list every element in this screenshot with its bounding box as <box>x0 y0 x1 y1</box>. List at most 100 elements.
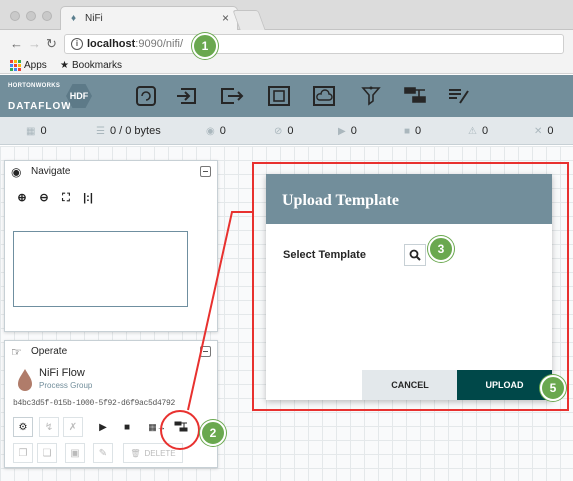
disabled-icon: ✕ <box>534 125 543 137</box>
group-button[interactable]: ▣ <box>65 443 85 463</box>
status-cluster: ▦ 0 <box>26 125 47 137</box>
navigate-palette: ◉ Navigate ⊕ ⊖ ⛶ |:| <box>4 160 218 332</box>
template-icon[interactable] <box>402 85 428 107</box>
star-icon: ★ <box>60 60 69 71</box>
upload-button[interactable]: UPLOAD <box>457 370 552 400</box>
actual-size-icon[interactable]: |:| <box>81 191 95 205</box>
browse-template-button[interactable] <box>404 244 426 266</box>
step-marker-3: 3 <box>428 236 454 262</box>
flow-id: b4bc3d5f-015b-1000-5f92-d6f9ac5d4792 <box>13 399 176 408</box>
search-icon <box>409 249 421 261</box>
running-icon: ▶ <box>338 125 346 137</box>
dialog-footer: CANCEL UPLOAD <box>266 370 552 400</box>
address-toolbar: ← → ↻ i localhost:9090/nifi/ <box>0 30 573 58</box>
flow-type: Process Group <box>39 381 93 390</box>
enable-button[interactable]: ↯ <box>39 417 59 437</box>
reload-icon[interactable]: ↻ <box>46 36 57 52</box>
tab-close-icon[interactable]: × <box>222 11 229 25</box>
lightning-icon: ↯ <box>44 421 54 433</box>
step-marker-5: 5 <box>540 375 566 401</box>
status-disabled: ✕ 0 <box>534 125 554 137</box>
play-icon: ▶ <box>99 421 107 433</box>
close-window-button[interactable] <box>10 11 20 21</box>
navigate-tools: ⊕ ⊖ ⛶ |:| <box>15 191 95 205</box>
output-port-icon[interactable] <box>218 85 244 107</box>
url-text[interactable]: localhost:9090/nifi/ <box>87 38 183 50</box>
label-icon[interactable] <box>446 85 472 107</box>
stop-icon: ■ <box>123 421 131 433</box>
compass-icon: ◉ <box>11 165 22 179</box>
status-stopped: ■ 0 <box>404 125 422 137</box>
maximize-window-button[interactable] <box>42 11 52 21</box>
start-button[interactable]: ▶ <box>93 417 113 437</box>
navigate-title: Navigate <box>31 166 71 177</box>
hand-icon: ☞ <box>11 345 22 359</box>
paintbrush-icon: ✎ <box>98 447 108 459</box>
back-arrow-icon[interactable]: ← <box>10 36 23 51</box>
status-invalid: ⚠ 0 <box>468 125 489 137</box>
operate-title: Operate <box>31 346 68 357</box>
status-not-transmitting: ⊘ 0 <box>274 125 294 137</box>
step-marker-2: 2 <box>200 420 226 446</box>
funnel-icon[interactable] <box>358 85 384 107</box>
tab-title: NiFi <box>85 13 103 24</box>
bookmarks-bar: Apps ★ Bookmarks <box>0 58 573 74</box>
paste-icon: ❏ <box>42 447 52 459</box>
stopped-icon: ■ <box>404 125 411 137</box>
gear-icon: ⚙ <box>18 421 28 433</box>
apps-grid-icon <box>10 60 21 71</box>
stop-button[interactable]: ■ <box>117 417 137 437</box>
hortonworks-logo: HORTONWORKS <box>8 83 61 89</box>
processor-icon[interactable] <box>133 85 159 107</box>
fit-icon[interactable]: ⛶ <box>59 191 73 205</box>
browser-tab[interactable]: ♦ NiFi × <box>60 6 238 31</box>
birdseye-view[interactable] <box>13 231 188 307</box>
window-controls[interactable] <box>10 11 52 21</box>
select-template-label: Select Template <box>283 249 366 261</box>
operate-header[interactable]: ☞ Operate <box>5 341 217 363</box>
zoom-out-icon[interactable]: ⊖ <box>37 191 51 205</box>
minimize-icon[interactable] <box>200 166 211 177</box>
upload-template-highlight <box>160 410 200 450</box>
status-running: ▶ 0 <box>338 125 357 137</box>
info-icon[interactable]: i <box>71 38 83 50</box>
status-bar: ▦ 0 ☰ 0 / 0 bytes ◉ 0 ⊘ 0 ▶ 0 ■ 0 ⚠ 0 ✕ 0 <box>0 117 573 145</box>
status-queued: ☰ 0 / 0 bytes <box>96 125 161 137</box>
step-marker-1: 1 <box>192 33 218 59</box>
flow-name: NiFi Flow <box>39 367 85 379</box>
dataflow-logo-text: DATAFLOW <box>8 101 72 112</box>
cancel-button[interactable]: CANCEL <box>362 370 458 400</box>
navigate-header[interactable]: ◉ Navigate <box>5 161 217 183</box>
input-port-icon[interactable] <box>175 85 201 107</box>
group-icon: ▣ <box>70 447 80 459</box>
transmitting-icon: ◉ <box>206 125 215 137</box>
bookmarks-folder[interactable]: ★ Bookmarks <box>60 60 122 71</box>
nifi-favicon-icon: ♦ <box>71 13 77 24</box>
dialog-title: Upload Template <box>282 192 399 209</box>
color-button[interactable]: ✎ <box>93 443 113 463</box>
copy-button[interactable]: ❐ <box>13 443 33 463</box>
not-transmitting-icon: ⊘ <box>274 125 283 137</box>
dialog-header: Upload Template <box>266 174 552 224</box>
status-transmitting: ◉ 0 <box>206 125 226 137</box>
zoom-in-icon[interactable]: ⊕ <box>15 191 29 205</box>
minimize-icon[interactable] <box>200 346 211 357</box>
remote-process-group-icon[interactable] <box>311 85 337 107</box>
invalid-icon: ⚠ <box>468 125 477 137</box>
trash-icon: 🗑 <box>130 448 141 458</box>
process-group-icon[interactable] <box>266 85 292 107</box>
cluster-icon: ▦ <box>26 125 36 137</box>
queue-icon: ☰ <box>96 125 105 137</box>
configure-button[interactable]: ⚙ <box>13 417 33 437</box>
forward-arrow-icon[interactable]: → <box>28 36 41 51</box>
upload-template-dialog: Upload Template Select Template CANCEL U… <box>266 174 552 400</box>
disable-icon: ✗ <box>68 421 78 433</box>
browser-tab-bar: ♦ NiFi × <box>0 0 573 31</box>
apps-bookmark[interactable]: Apps <box>10 60 47 71</box>
copy-icon: ❐ <box>18 447 28 459</box>
url-bar[interactable]: i localhost:9090/nifi/ <box>64 34 564 54</box>
minimize-window-button[interactable] <box>26 11 36 21</box>
nifi-header: HORTONWORKS DATAFLOW HDF <box>0 75 573 117</box>
paste-button[interactable]: ❏ <box>37 443 57 463</box>
disable-button[interactable]: ✗ <box>63 417 83 437</box>
